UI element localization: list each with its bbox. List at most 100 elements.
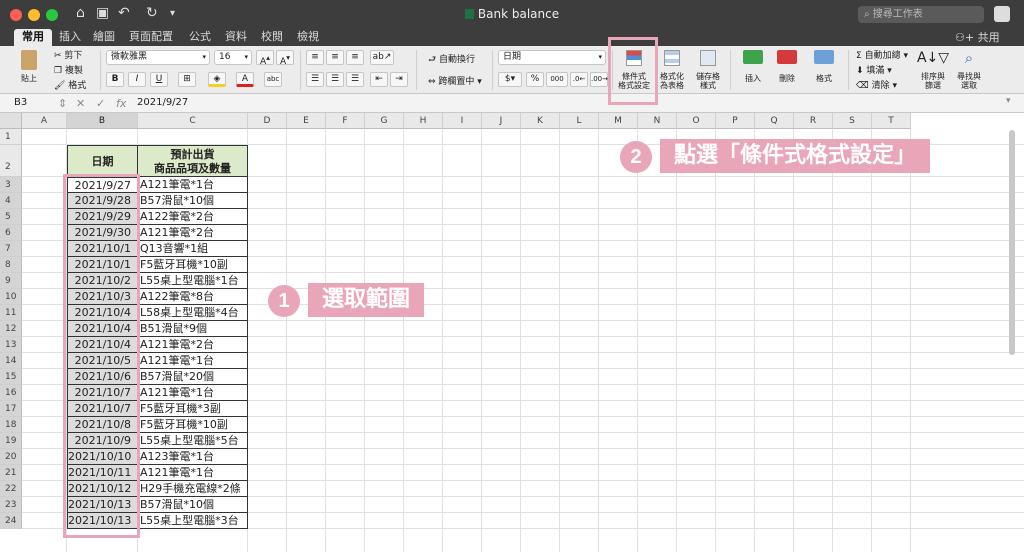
row-header-19[interactable]: 19 bbox=[0, 433, 22, 449]
minimize-window-button[interactable] bbox=[28, 9, 40, 21]
column-header-m[interactable]: M bbox=[599, 113, 638, 129]
format-cells-button[interactable]: 格式 bbox=[808, 50, 840, 83]
row-header-20[interactable]: 20 bbox=[0, 449, 22, 465]
cut-button[interactable]: ✂ 剪下 bbox=[54, 48, 82, 61]
item-cell[interactable]: Q13音響*1組 bbox=[138, 241, 248, 257]
item-cell[interactable]: F5藍牙耳機*10副 bbox=[138, 417, 248, 433]
share-button[interactable]: ⚇+ 共用 bbox=[955, 29, 1000, 45]
save-icon[interactable]: ▣ bbox=[96, 5, 109, 21]
insert-cells-button[interactable]: 插入 bbox=[738, 50, 768, 83]
column-header-o[interactable]: O bbox=[677, 113, 716, 129]
column-header-c[interactable]: C bbox=[138, 113, 248, 129]
format-painter-button[interactable]: 🖌 格式 bbox=[54, 78, 86, 91]
column-header-p[interactable]: P bbox=[716, 113, 755, 129]
column-header-b[interactable]: B bbox=[67, 113, 138, 129]
row-header-4[interactable]: 4 bbox=[0, 193, 22, 209]
row-header-9[interactable]: 9 bbox=[0, 273, 22, 289]
item-cell[interactable]: A121筆電*1台 bbox=[138, 385, 248, 401]
decrease-indent-icon[interactable]: ⇤ bbox=[370, 72, 388, 87]
percent-button[interactable]: % bbox=[526, 72, 544, 87]
column-header-k[interactable]: K bbox=[521, 113, 560, 129]
wrap-text-button[interactable]: ⮐ 自動換行 bbox=[428, 52, 475, 68]
select-all-corner[interactable] bbox=[0, 113, 22, 129]
item-cell[interactable]: L55桌上型電腦*5台 bbox=[138, 433, 248, 449]
cell-styles-button[interactable]: 儲存格 樣式 bbox=[690, 50, 726, 90]
decrease-font-button[interactable]: A▾ bbox=[276, 50, 294, 67]
decrease-decimal-icon[interactable]: .00→ bbox=[590, 72, 608, 87]
close-window-button[interactable] bbox=[10, 9, 22, 21]
item-cell[interactable]: B57滑鼠*20個 bbox=[138, 369, 248, 385]
name-box[interactable]: B3 bbox=[14, 97, 27, 108]
home-icon[interactable]: ⌂ bbox=[76, 5, 85, 21]
delete-cells-button[interactable]: 刪除 bbox=[772, 50, 802, 83]
item-cell[interactable]: A123筆電*1台 bbox=[138, 449, 248, 465]
italic-button[interactable]: I bbox=[128, 72, 146, 87]
bold-button[interactable]: B bbox=[106, 72, 124, 87]
clear-button[interactable]: ⌫ 清除 ▾ bbox=[856, 78, 897, 91]
item-cell[interactable]: B57滑鼠*10個 bbox=[138, 497, 248, 513]
paste-button[interactable]: 貼上 bbox=[14, 50, 44, 83]
row-header-10[interactable]: 10 bbox=[0, 289, 22, 305]
item-cell[interactable]: A122筆電*2台 bbox=[138, 209, 248, 225]
format-as-table-button[interactable]: 格式化 為表格 bbox=[654, 50, 690, 90]
text-orientation-icon[interactable]: ab↗ bbox=[370, 50, 394, 65]
search-sheet-input[interactable]: ⌕ 搜尋工作表 bbox=[858, 6, 984, 23]
column-header-d[interactable]: D bbox=[248, 113, 287, 129]
borders-icon[interactable]: ⊞ bbox=[178, 72, 196, 87]
item-cell[interactable]: A121筆電*1台 bbox=[138, 353, 248, 369]
zoom-window-button[interactable] bbox=[46, 9, 58, 21]
row-header-6[interactable]: 6 bbox=[0, 225, 22, 241]
copy-button[interactable]: ❐ 複製 bbox=[54, 63, 83, 76]
tab-view[interactable]: 檢視 bbox=[294, 29, 322, 46]
column-header-n[interactable]: N bbox=[638, 113, 677, 129]
merge-center-button[interactable]: ⇔ 跨欄置中 ▾ bbox=[428, 74, 482, 87]
item-cell[interactable]: L55桌上型電腦*1台 bbox=[138, 273, 248, 289]
item-cell[interactable]: A121筆電*1台 bbox=[138, 177, 248, 193]
row-header-7[interactable]: 7 bbox=[0, 241, 22, 257]
row-header-12[interactable]: 12 bbox=[0, 321, 22, 337]
item-cell[interactable]: A121筆電*1台 bbox=[138, 465, 248, 481]
column-header-g[interactable]: G bbox=[365, 113, 404, 129]
align-top-icon[interactable]: ≡ bbox=[306, 50, 324, 65]
row-header-15[interactable]: 15 bbox=[0, 369, 22, 385]
undo-icon[interactable]: ↶ bbox=[118, 5, 130, 21]
column-header-j[interactable]: J bbox=[482, 113, 521, 129]
number-format-dropdown[interactable]: 日期 ▾ bbox=[498, 50, 606, 65]
increase-indent-icon[interactable]: ⇥ bbox=[390, 72, 408, 87]
profile-icon[interactable] bbox=[994, 6, 1010, 22]
item-cell[interactable]: L55桌上型電腦*3台 bbox=[138, 513, 248, 529]
align-left-icon[interactable]: ☰ bbox=[306, 72, 324, 87]
row-header-13[interactable]: 13 bbox=[0, 337, 22, 353]
cancel-icon[interactable]: ✕ bbox=[76, 97, 85, 110]
align-center-icon[interactable]: ☰ bbox=[326, 72, 344, 87]
vertical-scrollbar[interactable] bbox=[1009, 130, 1015, 355]
fill-color-icon[interactable]: ◈ bbox=[208, 72, 226, 87]
column-header-i[interactable]: I bbox=[443, 113, 482, 129]
customize-toolbar-icon[interactable]: ▾ bbox=[170, 8, 175, 19]
column-header-e[interactable]: E bbox=[287, 113, 326, 129]
tab-data[interactable]: 資料 bbox=[222, 29, 250, 46]
align-bottom-icon[interactable]: ≡ bbox=[346, 50, 364, 65]
font-size-dropdown[interactable]: 16 ▾ bbox=[214, 50, 252, 65]
tab-formulas[interactable]: 公式 bbox=[186, 29, 214, 46]
expand-formula-icon[interactable]: ▾ bbox=[1006, 96, 1011, 106]
row-header-24[interactable]: 24 bbox=[0, 513, 22, 529]
column-header-t[interactable]: T bbox=[872, 113, 911, 129]
column-header-s[interactable]: S bbox=[833, 113, 872, 129]
row-header-16[interactable]: 16 bbox=[0, 385, 22, 401]
row-header-21[interactable]: 21 bbox=[0, 465, 22, 481]
redo-icon[interactable]: ↻ bbox=[146, 5, 158, 21]
table-header-date[interactable]: 日期 bbox=[67, 145, 138, 177]
currency-icon[interactable]: $▾ bbox=[498, 72, 522, 87]
function-icon[interactable]: fx bbox=[116, 97, 126, 110]
tab-page-layout[interactable]: 頁面配置 bbox=[124, 29, 178, 46]
namebox-stepper-icon[interactable]: ⇕ bbox=[58, 97, 67, 110]
row-header-5[interactable]: 5 bbox=[0, 209, 22, 225]
item-cell[interactable]: H29手機充電線*2條 bbox=[138, 481, 248, 497]
fill-button[interactable]: ⬇ 填滿 ▾ bbox=[856, 63, 892, 76]
tab-draw[interactable]: 繪圖 bbox=[90, 29, 118, 46]
find-select-button[interactable]: ⌕ 尋找與 選取 bbox=[952, 50, 986, 90]
formula-input[interactable]: 2021/9/27 bbox=[137, 97, 188, 108]
sort-filter-button[interactable]: A↓▽ 排序與 篩選 bbox=[916, 50, 950, 90]
increase-font-button[interactable]: A▴ bbox=[256, 50, 274, 67]
